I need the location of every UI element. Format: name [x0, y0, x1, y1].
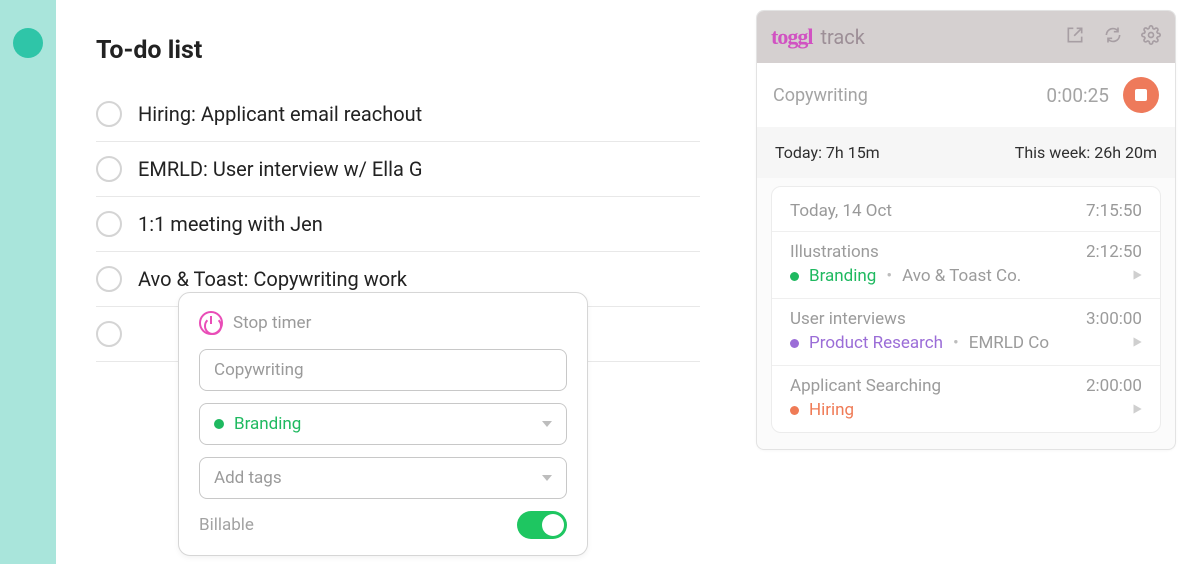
todo-panel: To-do list Hiring: Applicant email reach…	[56, 0, 740, 564]
chevron-down-icon	[542, 475, 552, 481]
avatar[interactable]	[13, 28, 43, 58]
todo-label: 1:1 meeting with Jen	[138, 212, 323, 236]
project-select[interactable]: Branding	[199, 403, 567, 445]
todo-checkbox[interactable]	[96, 156, 122, 182]
play-icon[interactable]	[1130, 334, 1144, 353]
timer-popup: Stop timer Copywriting Branding Add tags…	[178, 292, 588, 556]
todo-item[interactable]: 1:1 meeting with Jen	[96, 197, 700, 252]
popup-header-label: Stop timer	[233, 313, 311, 333]
brand-toggl: toggl	[771, 24, 812, 50]
gear-icon[interactable]	[1141, 25, 1161, 49]
running-elapsed: 0:00:25	[1046, 84, 1109, 107]
timer-description-value: Copywriting	[214, 360, 304, 380]
chevron-down-icon	[542, 421, 552, 427]
entry-title: User interviews	[790, 309, 906, 329]
billable-toggle[interactable]	[517, 511, 567, 539]
project-dot-icon	[790, 272, 799, 281]
page-title: To-do list	[96, 36, 700, 65]
project-dot-icon	[790, 339, 799, 348]
time-entry[interactable]: Illustrations 2:12:50 Branding • Avo & T…	[772, 231, 1160, 298]
stop-button[interactable]	[1123, 77, 1159, 113]
entry-client: Avo & Toast Co.	[902, 266, 1021, 286]
play-icon[interactable]	[1130, 401, 1144, 420]
left-sidebar	[0, 0, 56, 564]
todo-checkbox[interactable]	[96, 101, 122, 127]
time-entry[interactable]: User interviews 3:00:00 Product Research…	[772, 298, 1160, 365]
todo-item[interactable]: EMRLD: User interview w/ Ella G	[96, 142, 700, 197]
entry-client: EMRLD Co	[969, 333, 1049, 353]
todo-label: EMRLD: User interview w/ Ella G	[138, 157, 422, 181]
entry-title: Illustrations	[790, 242, 879, 262]
running-description[interactable]: Copywriting	[773, 85, 868, 106]
entry-duration: 2:00:00	[1086, 376, 1142, 396]
todo-label: Avo & Toast: Copywriting work	[138, 267, 407, 291]
popout-icon[interactable]	[1065, 25, 1085, 49]
entry-duration: 2:12:50	[1086, 242, 1142, 262]
separator-dot: •	[953, 333, 959, 353]
tags-placeholder: Add tags	[214, 468, 282, 488]
separator-dot: •	[886, 266, 892, 286]
entry-duration: 3:00:00	[1086, 309, 1142, 329]
entry-project: Hiring	[809, 400, 854, 420]
sync-icon[interactable]	[1103, 25, 1123, 49]
running-timer-row: Copywriting 0:00:25	[757, 63, 1175, 127]
summary-row: Today: 7h 15m This week: 26h 20m	[757, 127, 1175, 178]
entry-title: Applicant Searching	[790, 376, 941, 396]
entry-project: Product Research	[809, 333, 943, 353]
time-entry[interactable]: Applicant Searching 2:00:00 Hiring	[772, 365, 1160, 432]
tags-select[interactable]: Add tags	[199, 457, 567, 499]
todo-label: Hiring: Applicant email reachout	[138, 102, 422, 126]
entry-project: Branding	[809, 266, 876, 286]
entries-total: 7:15:50	[1086, 201, 1142, 221]
play-icon[interactable]	[1130, 267, 1144, 286]
entries-card: Today, 14 Oct 7:15:50 Illustrations 2:12…	[771, 186, 1161, 433]
power-icon[interactable]	[199, 311, 223, 335]
entries-date: Today, 14 Oct	[790, 201, 892, 221]
project-dot-icon	[790, 406, 799, 415]
summary-week: This week: 26h 20m	[1015, 143, 1157, 162]
timer-description-input[interactable]: Copywriting	[199, 349, 567, 391]
todo-item[interactable]: Hiring: Applicant email reachout	[96, 87, 700, 142]
summary-today: Today: 7h 15m	[775, 143, 880, 162]
todo-checkbox[interactable]	[96, 211, 122, 237]
brand: toggl track	[771, 24, 865, 50]
toggl-panel: toggl track Copywriting 0:00:25 Today: 7…	[756, 10, 1176, 450]
project-select-value: Branding	[234, 414, 301, 434]
todo-checkbox[interactable]	[96, 321, 122, 347]
todo-checkbox[interactable]	[96, 266, 122, 292]
panel-header: toggl track	[757, 11, 1175, 63]
project-dot-icon	[214, 419, 224, 429]
brand-track: track	[820, 25, 864, 49]
billable-label: Billable	[199, 515, 254, 535]
